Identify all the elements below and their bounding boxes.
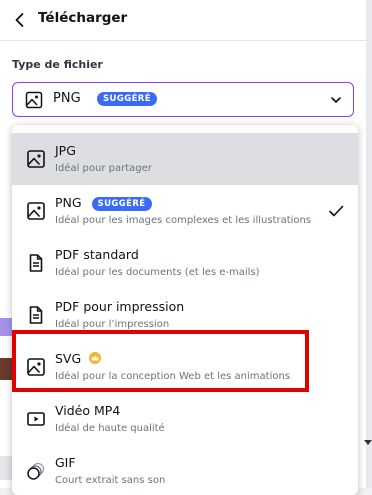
option-title: GIF [55, 455, 76, 470]
option-title: PNG SUGGÉRÉ [55, 195, 152, 211]
option-png[interactable]: PNG SUGGÉRÉ Idéal pour les images comple… [12, 185, 358, 237]
crown-icon [89, 352, 102, 364]
option-svg[interactable]: SVG Idéal pour la conception Web et les … [12, 341, 358, 393]
option-pdf-print[interactable]: PDF pour impression Idéal pour l’impress… [12, 289, 358, 341]
background-fragment [0, 318, 12, 336]
option-title: Vidéo MP4 [55, 403, 121, 418]
file-type-select[interactable]: PNG SUGGÉRÉ [12, 82, 354, 117]
background-strip [366, 0, 372, 488]
suggested-badge: SUGGÉRÉ [97, 92, 157, 106]
video-icon [27, 412, 45, 426]
option-mp4[interactable]: Vidéo MP4 Idéal de haute qualité [12, 393, 358, 445]
file-type-dropdown: JPG Idéal pour partager PNG SUGGÉRÉ Idéa… [12, 125, 358, 495]
panel-header: Télécharger [0, 0, 366, 41]
background-fragment [0, 456, 12, 480]
option-title: SVG [55, 351, 102, 366]
chevron-down-icon [331, 97, 341, 103]
gif-icon [27, 462, 45, 480]
option-pdf-standard[interactable]: PDF standard Idéal pour les documents (e… [12, 237, 358, 289]
chevron-left-icon[interactable] [10, 10, 30, 30]
document-icon [29, 306, 43, 324]
option-description: Idéal pour l’impression [55, 319, 170, 330]
background-fragment [0, 358, 12, 380]
image-icon [27, 202, 45, 220]
option-title: PDF pour impression [55, 299, 185, 314]
file-type-label: Type de fichier [12, 58, 103, 71]
option-jpg[interactable]: JPG Idéal pour partager [12, 133, 358, 185]
document-icon [29, 254, 43, 272]
option-title-text: PNG [55, 195, 82, 210]
image-icon [27, 150, 45, 168]
option-title: JPG [55, 143, 76, 158]
option-description: Idéal pour les images complexes et les i… [55, 215, 312, 226]
suggested-badge: SUGGÉRÉ [91, 196, 152, 211]
option-title: PDF standard [55, 247, 139, 262]
page-title: Télécharger [38, 10, 128, 26]
checkmark-icon [329, 205, 344, 217]
option-description: Idéal pour la conception Web et les anim… [55, 371, 291, 382]
option-title-text: SVG [55, 351, 82, 366]
option-description: Idéal pour partager [55, 163, 152, 174]
selected-file-type: PNG [53, 91, 81, 106]
image-icon [25, 91, 43, 109]
option-description: Idéal pour les documents (et les e-mails… [55, 267, 260, 278]
option-description: Idéal de haute qualité [55, 423, 165, 434]
option-description: Court extrait sans son [55, 475, 166, 486]
scroll-down-arrow-icon[interactable] [364, 440, 372, 445]
image-icon [27, 358, 45, 376]
